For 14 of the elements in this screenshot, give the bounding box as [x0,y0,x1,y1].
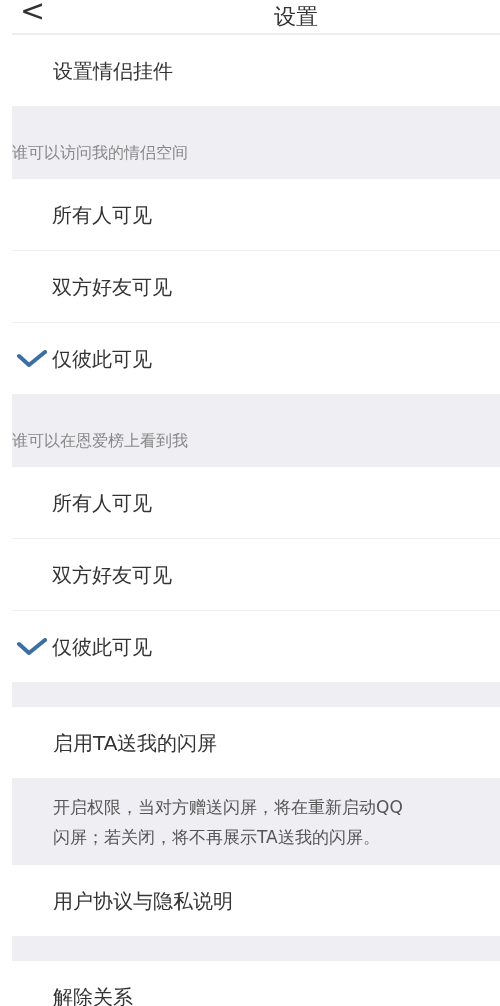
note-text: 开启权限，当对方赠送闪屏，将在重新启动QQ [53,796,404,819]
checkmark-icon [17,349,47,368]
option-label: 所有人可见 [52,201,152,229]
checkmark-icon [17,637,47,656]
option-label: 仅彼此可见 [52,633,152,661]
option-label: 所有人可见 [52,489,152,517]
section-header: 谁可以在恩爱榜上看到我 [12,395,500,467]
option-label: 双方好友可见 [52,561,172,589]
back-button[interactable]: < [20,0,46,26]
page-title: 设置 [273,3,318,31]
note-text: 闪屏；若关闭，将不再展示TA送我的闪屏。 [53,826,381,849]
option-label: 仅彼此可见 [52,345,152,373]
option-label: 双方好友可见 [52,273,172,301]
section-header: 谁可以访问我的情侣空间 [12,107,500,179]
